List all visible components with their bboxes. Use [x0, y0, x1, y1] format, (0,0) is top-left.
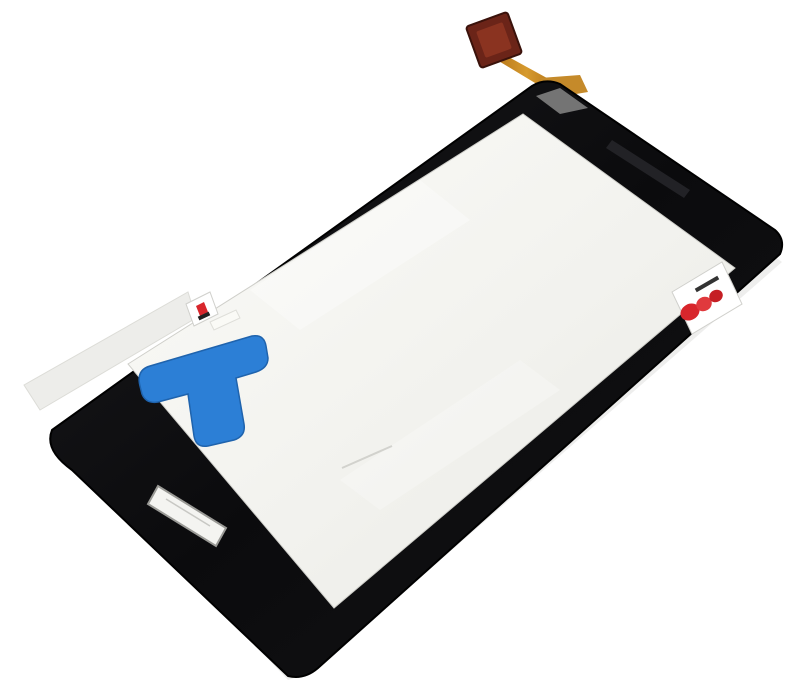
product-photo	[0, 0, 800, 699]
